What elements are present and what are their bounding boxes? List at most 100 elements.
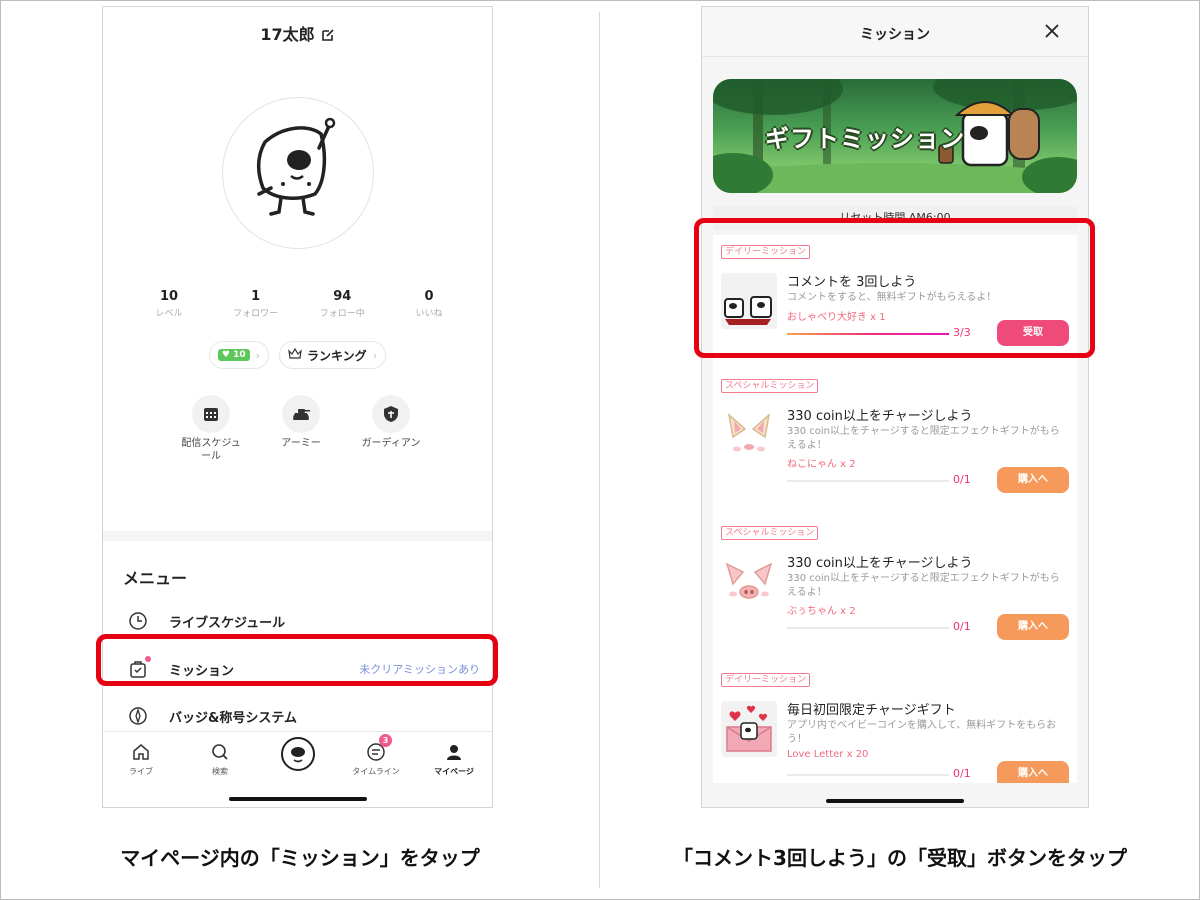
tab-search[interactable]: 検索 — [185, 740, 255, 777]
purchase-button[interactable]: 購入へ — [997, 614, 1069, 640]
stat-value: 0 — [424, 289, 434, 304]
tab-label: タイムライン — [352, 767, 400, 776]
quick-label: ガーディアン — [361, 438, 421, 449]
progress-text: 0/1 — [953, 473, 971, 486]
badge-icon — [127, 705, 149, 727]
stat-label: フォロー中 — [319, 309, 365, 319]
gift-love-letter-icon — [721, 701, 777, 757]
tab-label: マイページ — [434, 767, 474, 776]
timeline-badge: 3 — [379, 734, 392, 747]
stat-following[interactable]: 94 フォロー中 — [302, 289, 382, 319]
close-icon[interactable] — [1042, 21, 1062, 41]
progress-text: 0/1 — [953, 767, 971, 780]
level-value: 10 — [233, 350, 246, 360]
tab-mypage[interactable]: マイページ — [419, 740, 489, 777]
panel-divider — [599, 12, 600, 888]
quick-actions: 配信スケジュール アーミー ガーディアン — [181, 395, 421, 463]
stat-followers[interactable]: 1 フォロワー — [216, 289, 296, 319]
mission-tag: スペシャルミッション — [721, 526, 819, 540]
clock-icon — [127, 610, 149, 632]
edit-icon[interactable] — [321, 27, 335, 46]
progress-bar — [787, 480, 949, 482]
section-gap — [103, 531, 492, 541]
search-icon — [185, 740, 255, 764]
quick-army[interactable]: アーミー — [271, 395, 331, 463]
stat-value: 1 — [251, 289, 261, 304]
tab-label: 検索 — [212, 767, 228, 776]
home-indicator — [229, 797, 367, 801]
menu-item-badge-system[interactable]: バッジ&称号システム — [103, 700, 492, 732]
level-badge: ♥ 10 — [217, 349, 250, 361]
calendar-icon — [192, 395, 230, 433]
stat-label: レベル — [155, 309, 183, 319]
mission-name: 330 coin以上をチャージしよう — [787, 556, 973, 571]
mission-description: 330 coin以上をチャージすると限定エフェクトギフトがもらえるよ！ — [787, 426, 1060, 451]
mission-description: 330 coin以上をチャージすると限定エフェクトギフトがもらえるよ！ — [787, 573, 1060, 598]
banner-title: ギフトミッション — [765, 125, 965, 153]
stat-label: フォロワー — [233, 309, 279, 319]
highlight-box-mission — [96, 634, 498, 686]
caption-left: マイページ内の「ミッション」をタップ — [120, 846, 480, 870]
timeline-icon: 3 — [341, 734, 411, 764]
chips-row: ♥ 10 › ランキング › — [103, 341, 492, 369]
stat-level: 10 レベル — [129, 289, 209, 319]
mascot-icon — [257, 117, 336, 216]
home-icon — [106, 740, 176, 764]
menu-item-live-schedule[interactable]: ライブスケジュール — [103, 605, 492, 637]
bottom-tab-bar: ライブ 検索 3 タイムライン マイページ — [103, 731, 492, 807]
purchase-button[interactable]: 購入へ — [997, 467, 1069, 493]
chevron-right-icon: › — [255, 348, 261, 362]
avatar[interactable] — [222, 97, 374, 249]
progress-bar — [787, 774, 949, 776]
mission-card: デイリーミッション 毎日初回限定チャージギフト アプリ内でベイビーコインを購入し… — [713, 663, 1077, 783]
mypage-phone-screen: 17太郎 10 レベル 1 フォロワー 94 フォロー中 0 いいね ♥ 10 … — [102, 6, 493, 808]
tab-live[interactable]: ライブ — [106, 740, 176, 777]
gift-mission-banner: ギフトミッション — [713, 79, 1077, 193]
stat-label: いいね — [415, 309, 443, 319]
menu-item-label: バッジ&称号システム — [169, 710, 297, 726]
chevron-right-icon: › — [372, 348, 378, 362]
stats-row: 10 レベル 1 フォロワー 94 フォロー中 0 いいね — [129, 289, 469, 319]
quick-label: アーミー — [281, 438, 321, 449]
mission-description: アプリ内でベイビーコインを購入して、無料ギフトをもらおう！ — [787, 720, 1057, 745]
tab-timeline[interactable]: 3 タイムライン — [341, 734, 411, 777]
mission-phone-screen: ミッション ギフトミッション リセット時間 AM6:00 デイリーミッション コ… — [701, 6, 1089, 808]
mission-tag: スペシャルミッション — [721, 379, 819, 393]
crown-icon — [288, 347, 302, 362]
person-icon — [419, 740, 489, 764]
camera-center-icon — [263, 736, 333, 772]
stat-likes: 0 いいね — [389, 289, 469, 319]
tab-label: ライブ — [129, 767, 153, 776]
caption-right: 「コメント3回しよう」の「受取」ボタンをタップ — [673, 846, 1127, 870]
home-indicator — [826, 799, 964, 803]
progress-text: 0/1 — [953, 620, 971, 633]
ranking-chip[interactable]: ランキング › — [279, 341, 387, 369]
gift-pig-ears-icon — [721, 554, 777, 610]
profile-section: 17太郎 10 レベル 1 フォロワー 94 フォロー中 0 いいね ♥ 10 … — [103, 7, 492, 531]
level-chip[interactable]: ♥ 10 › — [208, 341, 270, 369]
mission-body: ギフトミッション リセット時間 AM6:00 デイリーミッション コメントを 3… — [702, 57, 1088, 807]
tab-broadcast[interactable] — [263, 736, 333, 774]
mission-name: 330 coin以上をチャージしよう — [787, 409, 973, 424]
mission-tag: デイリーミッション — [721, 673, 811, 687]
header-title: ミッション — [860, 27, 930, 43]
stat-value: 10 — [159, 289, 179, 304]
purchase-button[interactable]: 購入へ — [997, 761, 1069, 783]
shield-icon — [372, 395, 410, 433]
mission-card: スペシャルミッション 330 coin以上をチャージしよう 330 coin以上… — [713, 369, 1077, 516]
username-row: 17太郎 — [103, 21, 492, 46]
ranking-label: ランキング — [307, 348, 367, 363]
menu-item-label: ライブスケジュール — [169, 615, 286, 631]
mission-reward: Love Letter x 20 — [787, 749, 869, 760]
mission-name: 毎日初回限定チャージギフト — [787, 703, 956, 718]
mission-card: スペシャルミッション 330 coin以上をチャージしよう 330 coin以上… — [713, 516, 1077, 663]
quick-guardian[interactable]: ガーディアン — [361, 395, 421, 463]
username: 17太郎 — [260, 25, 315, 44]
mission-reward: ぶぅちゃん x 2 — [787, 606, 856, 617]
stat-value: 94 — [333, 289, 352, 304]
quick-label: 配信スケジュール — [181, 438, 241, 462]
menu-title: メニュー — [123, 569, 188, 588]
progress-bar — [787, 627, 949, 629]
tank-icon — [282, 395, 320, 433]
quick-schedule[interactable]: 配信スケジュール — [181, 395, 241, 463]
